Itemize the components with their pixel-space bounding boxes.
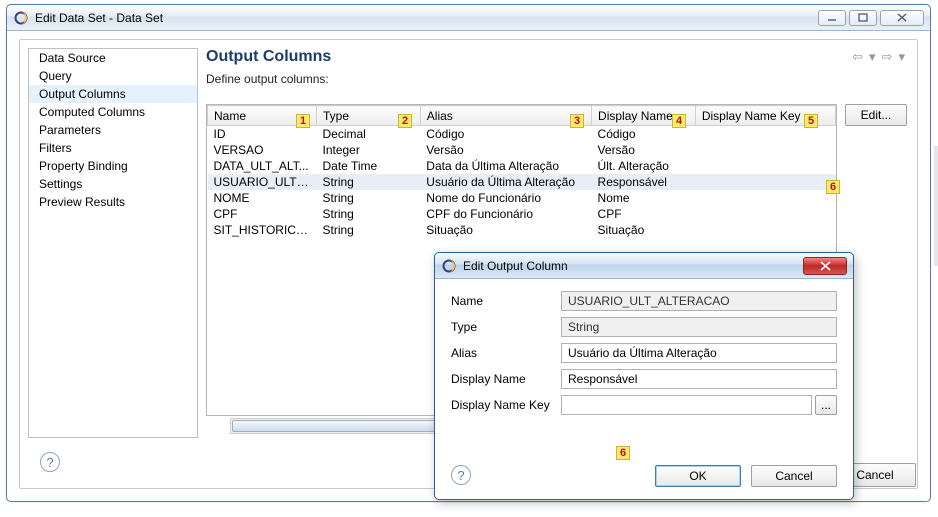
label-alias: Alias [451,346,561,360]
back-icon[interactable]: ⇦ [850,49,865,65]
annotation-1: 1 [296,114,310,128]
background-strip [934,146,938,266]
annotation-6-row: 6 [826,180,840,194]
annotation-6-dialog: 6 [616,446,630,460]
cell: CPF do Funcionário [420,206,591,222]
cell: Últ. Alteração [592,158,696,174]
cell: Date Time [316,158,420,174]
sidebar-item-output-columns[interactable]: Output Columns [29,85,197,103]
titlebar[interactable]: Edit Data Set - Data Set [7,5,930,31]
name-field: USUARIO_ULT_ALTERACAO [561,291,837,311]
eclipse-icon [13,10,29,26]
cell [695,190,835,206]
cell: Versão [420,142,591,158]
subtext: Define output columns: [206,72,907,86]
fwd-icon[interactable]: ⇨ [880,49,895,65]
cancel-button[interactable]: Cancel [751,465,837,487]
sidebar-item-property-binding[interactable]: Property Binding [29,157,197,175]
cell: Situação [592,222,696,238]
cell [695,206,835,222]
annotation-4: 4 [672,114,686,128]
sidebar-item-data-source[interactable]: Data Source [29,49,197,67]
label-display-name-key: Display Name Key [451,398,561,412]
cell: Versão [592,142,696,158]
window-controls [818,10,924,26]
cell: SIT_HISTORICO... [208,222,317,238]
cell: CPF [592,206,696,222]
dialog-title: Edit Output Column [463,259,803,273]
dialog-titlebar[interactable]: Edit Output Column [435,253,853,279]
cell: Situação [420,222,591,238]
cell: String [316,174,420,190]
display-name-field[interactable]: Responsável [561,369,837,389]
window-title: Edit Data Set - Data Set [35,11,818,25]
minimize-button[interactable] [818,10,846,26]
help-icon[interactable]: ? [40,452,60,472]
close-button[interactable] [880,10,924,26]
cell: Responsável [592,174,696,190]
cell [695,158,835,174]
sidebar-item-computed-columns[interactable]: Computed Columns [29,103,197,121]
dialog-close-button[interactable] [803,257,847,275]
col-alias[interactable]: Alias [420,106,591,126]
edit-button[interactable]: Edit... [845,104,907,126]
sidebar-item-settings[interactable]: Settings [29,175,197,193]
cell: String [316,190,420,206]
maximize-button[interactable] [849,10,877,26]
cell: NOME [208,190,317,206]
cell: Nome [592,190,696,206]
sidebar: Data Source Query Output Columns Compute… [28,48,198,438]
ok-button[interactable]: OK [655,465,741,487]
back-dd-icon[interactable]: ▾ [867,49,878,65]
table-row[interactable]: DATA_ULT_ALT...Date TimeData da Última A… [208,158,836,174]
sidebar-item-parameters[interactable]: Parameters [29,121,197,139]
sidebar-item-preview-results[interactable]: Preview Results [29,193,197,211]
table-row[interactable]: USUARIO_ULT_...StringUsuário da Última A… [208,174,836,190]
type-field: String [561,317,837,337]
page-title: Output Columns [206,48,331,66]
cell: Data da Última Alteração [420,158,591,174]
cell: Nome do Funcionário [420,190,591,206]
display-name-key-field[interactable] [561,395,812,415]
table-row[interactable]: SIT_HISTORICO...StringSituaçãoSituação [208,222,836,238]
annotation-2: 2 [398,114,412,128]
annotation-5: 5 [804,114,818,128]
cell: Código [420,126,591,143]
cell: USUARIO_ULT_... [208,174,317,190]
dialog-help-icon[interactable]: ? [451,465,471,485]
annotation-3: 3 [570,114,584,128]
cell: String [316,222,420,238]
nav-icons: ⇦▾ ⇨▾ [850,49,907,65]
table-row[interactable]: CPFStringCPF do FuncionárioCPF [208,206,836,222]
cell [695,222,835,238]
label-name: Name [451,294,561,308]
cell [695,174,835,190]
edit-output-column-dialog: Edit Output Column Name USUARIO_ULT_ALTE… [434,252,854,500]
fwd-dd-icon[interactable]: ▾ [896,49,907,65]
label-display-name: Display Name [451,372,561,386]
table-row[interactable]: VERSAOIntegerVersãoVersão [208,142,836,158]
cell: VERSAO [208,142,317,158]
sidebar-item-query[interactable]: Query [29,67,197,85]
cell: String [316,206,420,222]
cell [695,142,835,158]
table-row[interactable]: NOMEStringNome do FuncionárioNome [208,190,836,206]
sidebar-item-filters[interactable]: Filters [29,139,197,157]
cell: Integer [316,142,420,158]
eclipse-icon [441,258,457,274]
cell: CPF [208,206,317,222]
label-type: Type [451,320,561,334]
alias-field[interactable]: Usuário da Última Alteração [561,343,837,363]
browse-button[interactable]: ... [815,395,837,415]
cell: Usuário da Última Alteração [420,174,591,190]
cell: DATA_ULT_ALT... [208,158,317,174]
dialog-body: Name USUARIO_ULT_ALTERACAO Type String A… [435,279,853,499]
